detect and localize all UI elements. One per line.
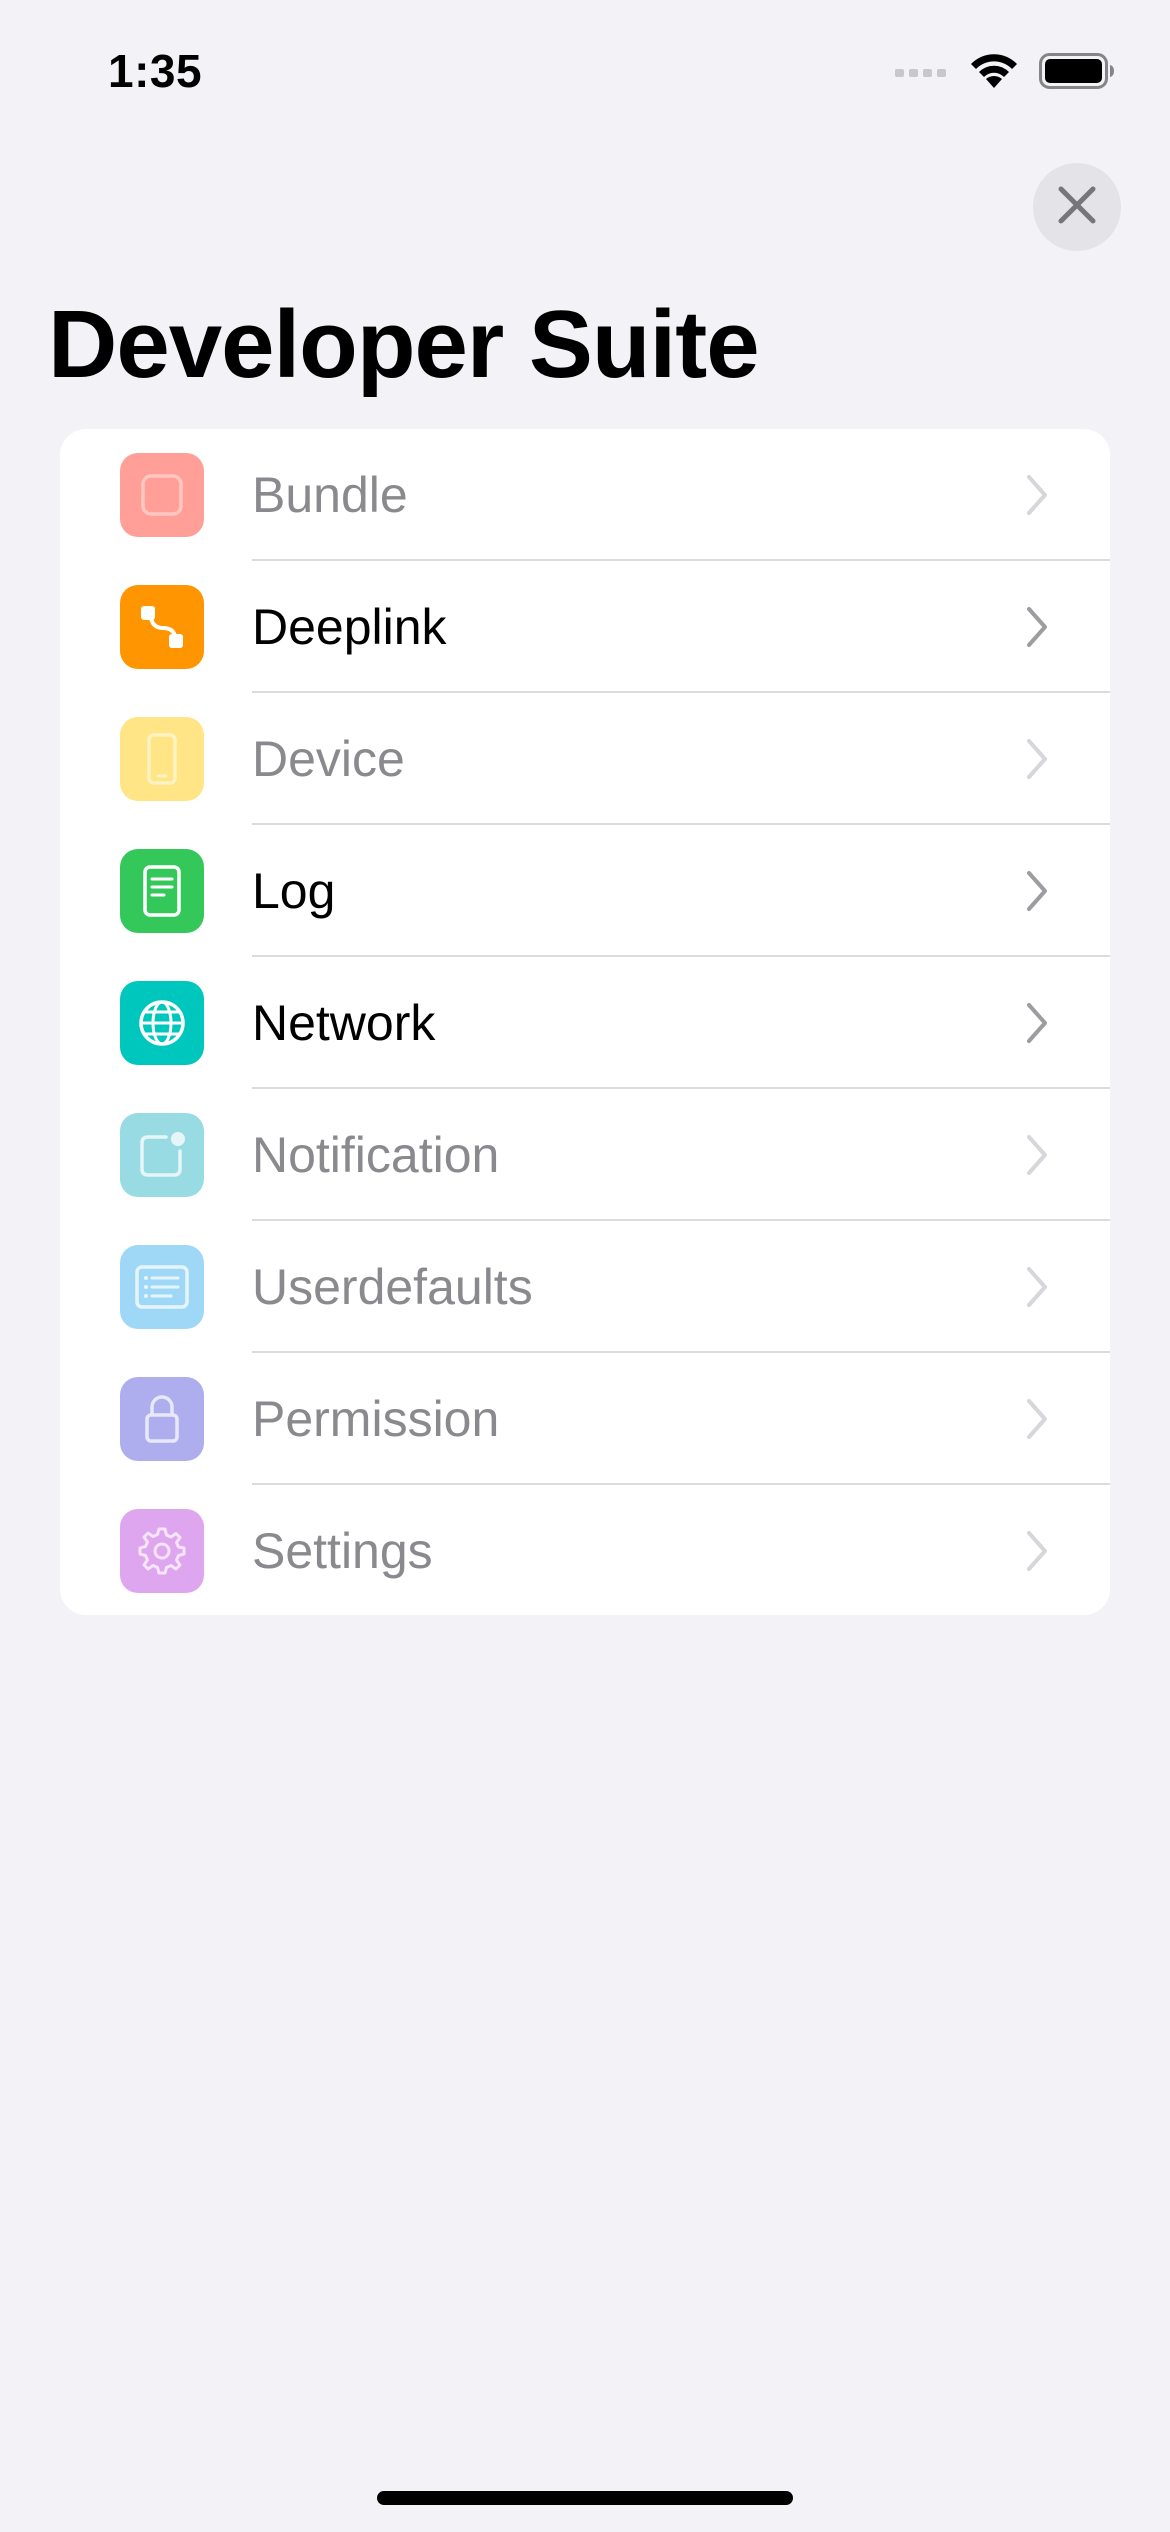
- chevron-right-icon: [1025, 1397, 1049, 1446]
- list-item-label: Deeplink: [252, 599, 447, 655]
- device-icon: [120, 717, 204, 801]
- list-item-label: Device: [252, 731, 405, 787]
- status-icons: [895, 52, 1115, 95]
- chevron-right-icon: [1025, 1529, 1049, 1578]
- list-item-notification[interactable]: Notification: [60, 1089, 1110, 1221]
- list-item-deeplink[interactable]: Deeplink: [60, 561, 1110, 693]
- gear-icon: [120, 1509, 204, 1593]
- chevron-right-icon: [1025, 1265, 1049, 1314]
- list-item-userdefaults[interactable]: Userdefaults: [60, 1221, 1110, 1353]
- list-item-bundle[interactable]: Bundle: [60, 429, 1110, 561]
- chevron-right-icon: [1025, 473, 1049, 522]
- list-item-permission[interactable]: Permission: [60, 1353, 1110, 1485]
- chevron-right-icon: [1025, 737, 1049, 786]
- list-item-network[interactable]: Network: [60, 957, 1110, 1089]
- log-icon: [120, 849, 204, 933]
- chevron-right-icon: [1025, 1133, 1049, 1182]
- list-item-device[interactable]: Device: [60, 693, 1110, 825]
- chevron-right-icon: [1025, 1001, 1049, 1050]
- chevron-right-icon: [1025, 869, 1049, 918]
- list-item-log[interactable]: Log: [60, 825, 1110, 957]
- page-title: Developer Suite: [48, 291, 760, 398]
- status-time: 1:35: [108, 45, 203, 97]
- list-item-label: Userdefaults: [252, 1259, 533, 1315]
- network-icon: [120, 981, 204, 1065]
- battery-icon: [1039, 53, 1115, 94]
- userdefaults-icon: [120, 1245, 204, 1329]
- bundle-icon: [120, 453, 204, 537]
- status-bar: 1:35: [0, 0, 1170, 150]
- list-item-label: Settings: [252, 1523, 433, 1579]
- deeplink-icon: [120, 585, 204, 669]
- wifi-icon: [969, 52, 1019, 95]
- lock-icon: [120, 1377, 204, 1461]
- list-item-label: Permission: [252, 1391, 500, 1447]
- chevron-right-icon: [1025, 605, 1049, 654]
- list-item-label: Bundle: [252, 467, 408, 523]
- cellular-signal-icon: [895, 63, 949, 84]
- list-item-label: Notification: [252, 1127, 500, 1183]
- notification-icon: [120, 1113, 204, 1197]
- close-icon: [1057, 185, 1097, 230]
- close-button[interactable]: [1033, 163, 1121, 251]
- list-item-label: Log: [252, 863, 336, 919]
- tool-list: Bundle Deeplink Device Log Network Notif…: [60, 429, 1110, 1615]
- list-item-label: Network: [252, 995, 436, 1051]
- list-item-settings[interactable]: Settings: [60, 1485, 1110, 1615]
- home-indicator[interactable]: [377, 2491, 793, 2505]
